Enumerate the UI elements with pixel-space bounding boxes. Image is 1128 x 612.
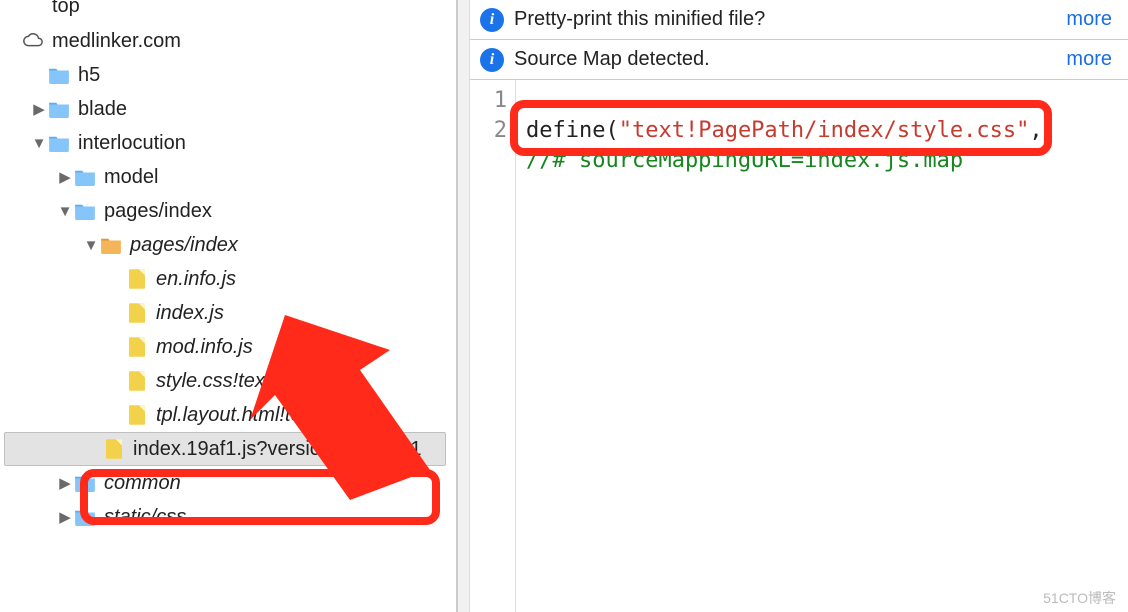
pretty-print-notice: i Pretty-print this minified file? more xyxy=(470,0,1128,40)
folder-orange-icon xyxy=(100,234,122,256)
tree-item-label: static/css xyxy=(104,506,186,529)
tree-item[interactable]: ▼ pages/index xyxy=(4,194,456,228)
tree-item-label: h5 xyxy=(78,64,100,87)
code-content[interactable]: define("text!PagePath/index/style.css", … xyxy=(516,80,1128,612)
tree-item-label: interlocution xyxy=(78,132,186,155)
folder-blue-icon xyxy=(48,64,70,86)
tree-item[interactable]: tpl.layout.html!text xyxy=(4,398,456,432)
line-number: 2 xyxy=(470,116,507,146)
tree-item-label: model xyxy=(104,166,158,189)
tree-item[interactable]: ▶ static/css xyxy=(4,500,456,534)
tree-item[interactable]: ▼ interlocution xyxy=(4,126,456,160)
tree-item[interactable]: index.19af1.js?version=2016531 xyxy=(4,432,446,466)
file-yellow-icon xyxy=(126,336,148,358)
info-icon: i xyxy=(480,8,504,32)
panel-divider[interactable] xyxy=(458,0,470,612)
code-token: "text!PagePath/index/style.css" xyxy=(619,118,1030,143)
twisty-icon[interactable]: ▶ xyxy=(30,100,48,118)
tree-item-label: blade xyxy=(78,98,127,121)
file-yellow-icon xyxy=(126,404,148,426)
tree-item-label: top xyxy=(52,0,80,18)
source-panel: i Pretty-print this minified file? more … xyxy=(470,0,1128,612)
sourcemap-notice: i Source Map detected. more xyxy=(470,40,1128,80)
twisty-icon[interactable]: ▼ xyxy=(30,135,48,152)
notice-text: Source Map detected. xyxy=(514,48,1066,71)
folder-blue-icon xyxy=(48,98,70,120)
line-number: 1 xyxy=(470,86,507,116)
tree-item[interactable]: ▼ pages/index xyxy=(4,228,456,262)
tree-root[interactable]: top xyxy=(4,0,456,24)
file-yellow-icon xyxy=(126,268,148,290)
tree-item[interactable]: ▶ common xyxy=(4,466,456,500)
tree-item-label: style.css!text xyxy=(156,370,270,393)
tree-item[interactable]: ▶ model xyxy=(4,160,456,194)
twisty-icon[interactable]: ▼ xyxy=(56,203,74,220)
tree-item[interactable]: style.css!text xyxy=(4,364,456,398)
more-link[interactable]: more xyxy=(1066,48,1112,71)
tree-item-label: pages/index xyxy=(130,234,238,257)
tree-item-label: common xyxy=(104,472,181,495)
tree-item-label: en.info.js xyxy=(156,268,236,291)
file-navigator[interactable]: topmedlinker.comh5▶blade▼interlocution▶m… xyxy=(0,0,458,612)
tree-item[interactable]: index.js xyxy=(4,296,456,330)
folder-blue-icon xyxy=(74,166,96,188)
file-yellow-icon xyxy=(126,370,148,392)
code-token: //# sourceMappingURL=index.js.map xyxy=(526,148,963,173)
tree-item-label: index.19af1.js?version=2016531 xyxy=(133,438,422,461)
more-link[interactable]: more xyxy=(1066,8,1112,31)
notice-text: Pretty-print this minified file? xyxy=(514,8,1066,31)
tree-domain[interactable]: medlinker.com xyxy=(4,24,456,58)
tree-item-label: medlinker.com xyxy=(52,30,181,53)
info-icon: i xyxy=(480,48,504,72)
tree-item-label: index.js xyxy=(156,302,224,325)
file-yellow-icon xyxy=(126,302,148,324)
folder-blue-icon xyxy=(74,200,96,222)
code-editor[interactable]: 1 2 define("text!PagePath/index/style.cs… xyxy=(470,80,1128,612)
twisty-icon[interactable]: ▶ xyxy=(56,168,74,186)
file-yellow-icon xyxy=(103,438,125,460)
tree-item[interactable]: en.info.js xyxy=(4,262,456,296)
folder-blue-icon xyxy=(74,506,96,528)
code-token: define xyxy=(526,118,605,143)
tree-item[interactable]: ▶ blade xyxy=(4,92,456,126)
twisty-icon[interactable]: ▼ xyxy=(82,237,100,254)
tree-item-label: tpl.layout.html!text xyxy=(156,404,317,427)
watermark: 51CTO博客 xyxy=(1043,588,1116,608)
line-gutter: 1 2 xyxy=(470,80,516,612)
tree-item-label: pages/index xyxy=(104,200,212,223)
folder-blue-icon xyxy=(74,472,96,494)
tree-item[interactable]: h5 xyxy=(4,58,456,92)
twisty-icon[interactable]: ▶ xyxy=(56,474,74,492)
tree-item-label: mod.info.js xyxy=(156,336,253,359)
code-token: ( xyxy=(605,118,618,143)
tree-item[interactable]: mod.info.js xyxy=(4,330,456,364)
code-token: , xyxy=(1029,118,1042,143)
folder-blue-icon xyxy=(48,132,70,154)
cloud-icon xyxy=(22,30,44,52)
twisty-icon[interactable]: ▶ xyxy=(56,508,74,526)
